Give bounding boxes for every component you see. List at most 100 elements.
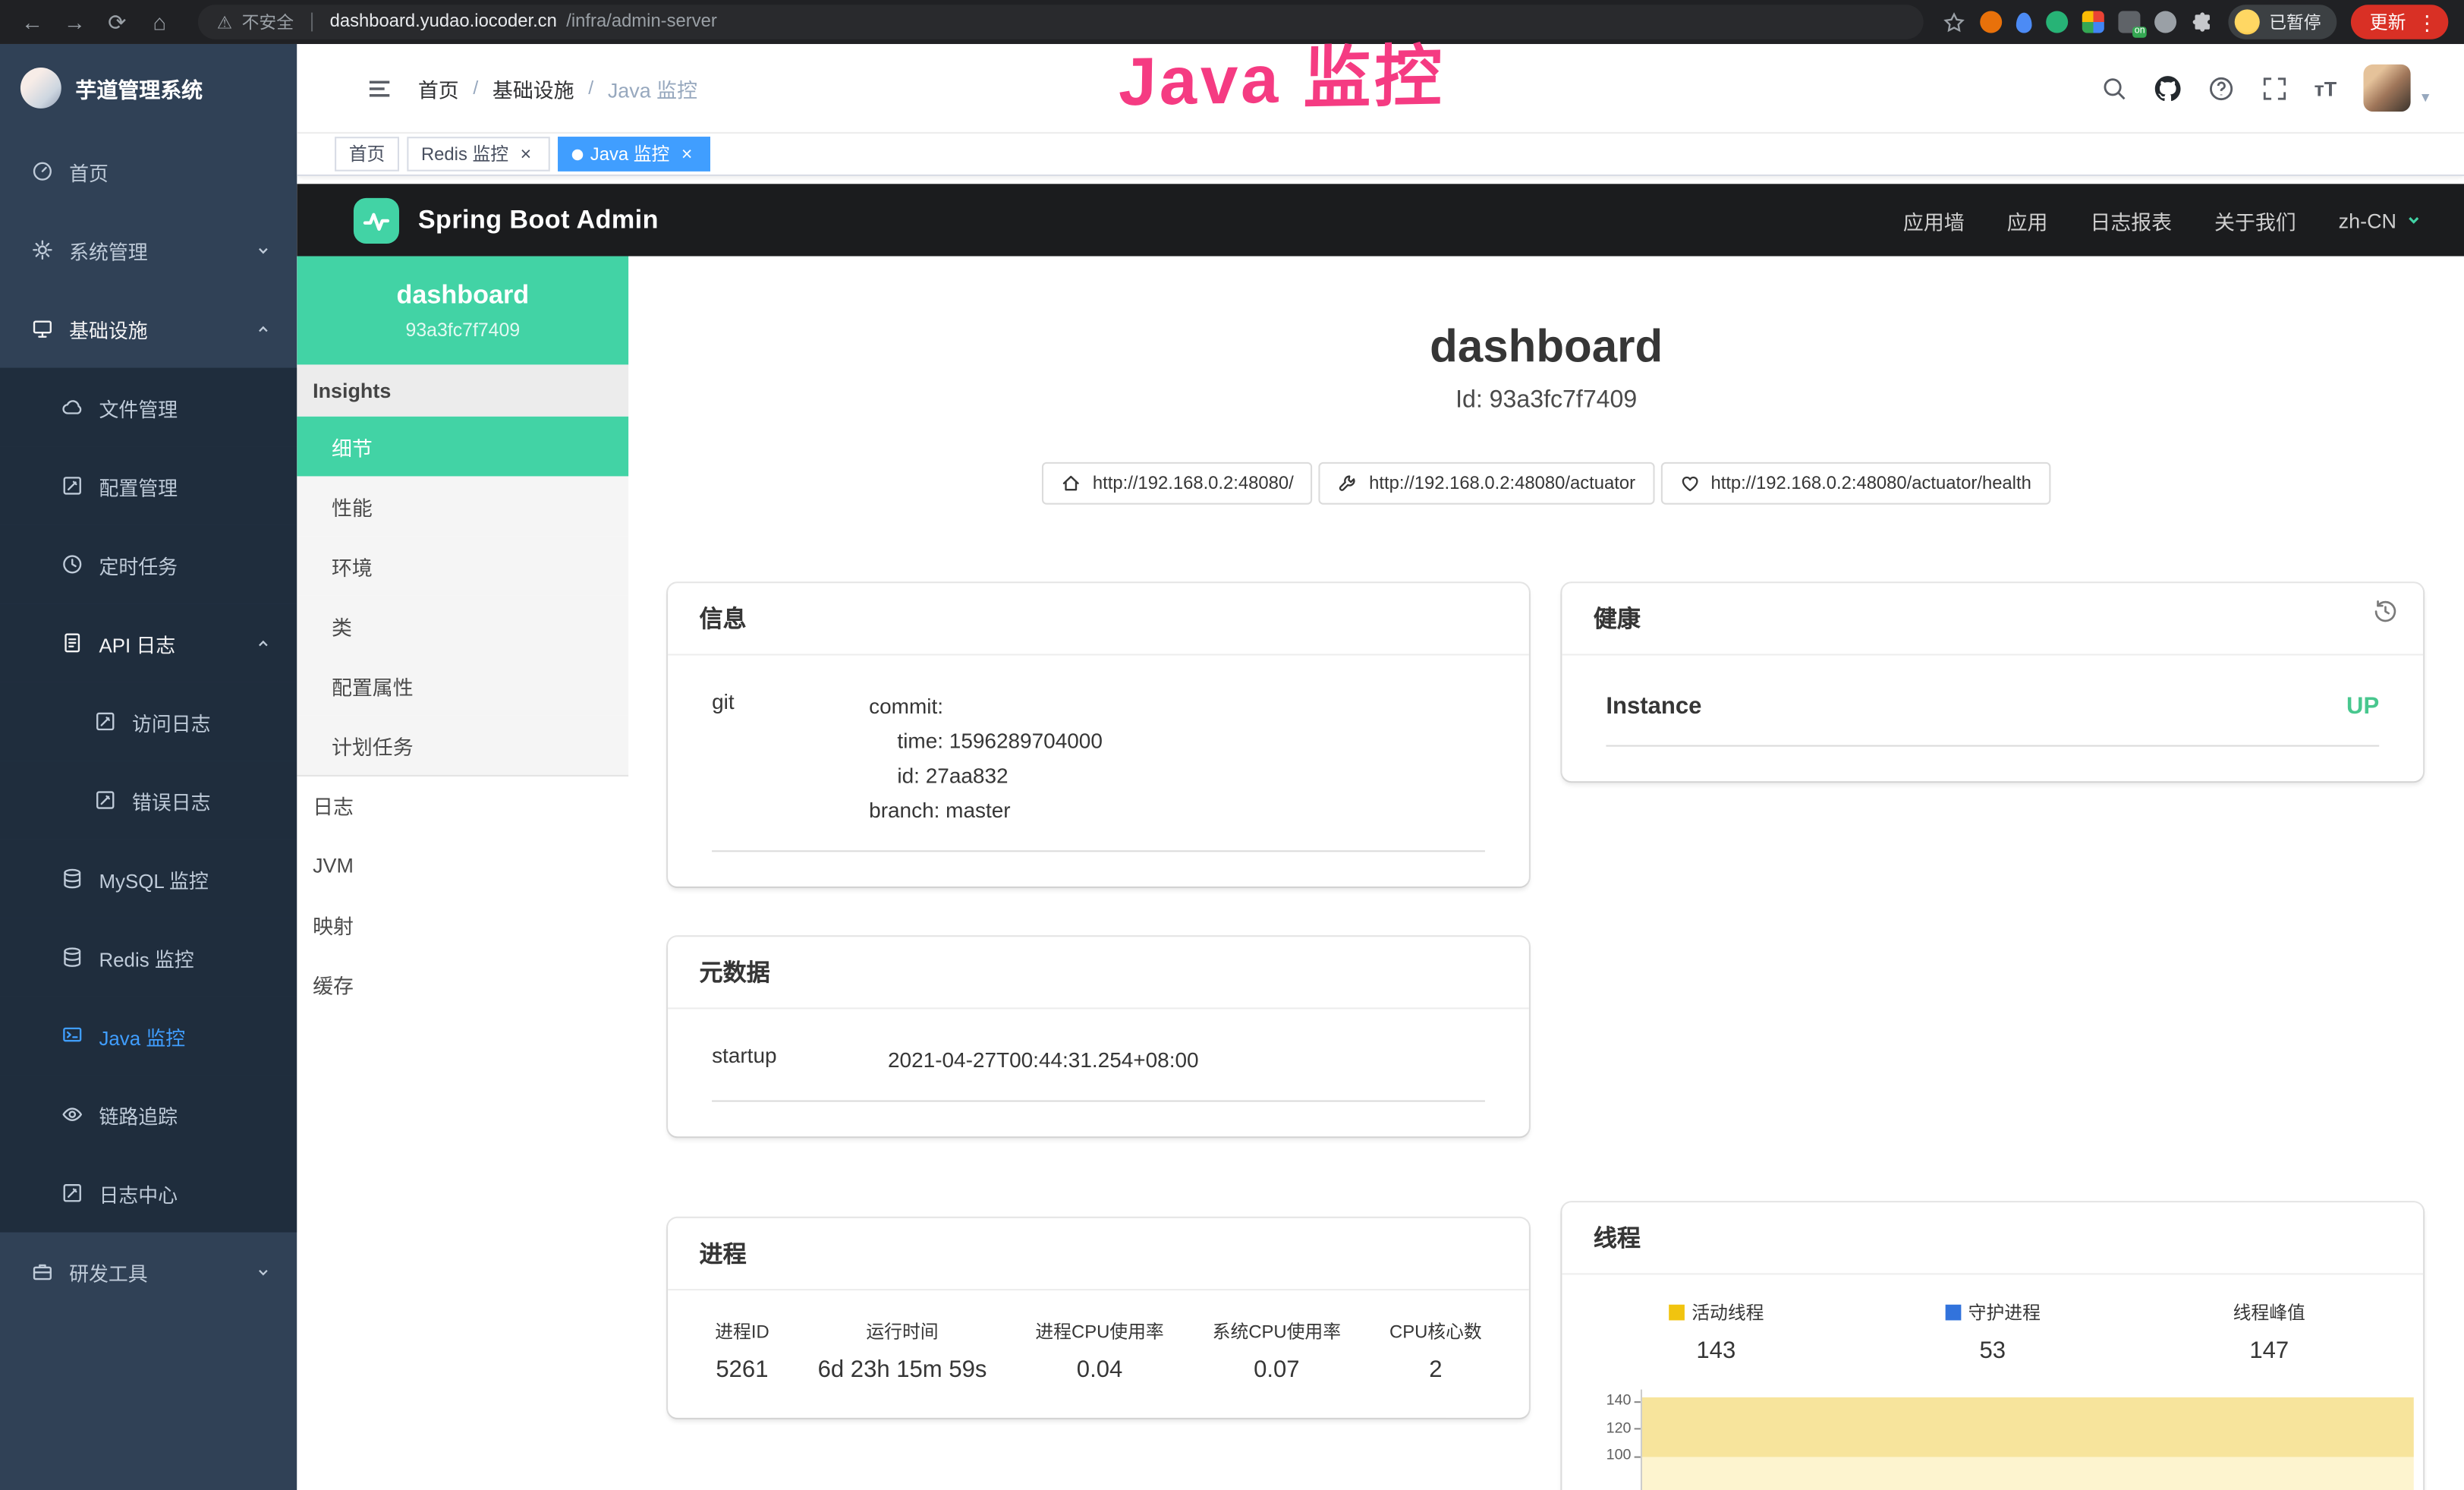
sba-menu-mappings[interactable]: 映射 <box>297 894 628 954</box>
hamburger-icon[interactable] <box>366 74 392 101</box>
browser-reload-icon[interactable]: ⟳ <box>97 8 137 35</box>
url-path: /infra/admin-server <box>566 13 717 32</box>
sidebar-item-home[interactable]: 首页 <box>0 132 297 211</box>
sidebar-item-mysql-monitor[interactable]: MySQL 监控 <box>0 840 297 918</box>
chevron-down-icon <box>254 241 272 259</box>
extension-icon-5[interactable] <box>2118 11 2140 33</box>
tab-java-monitor[interactable]: Java 监控 × <box>557 137 710 172</box>
browser-update-button[interactable]: 更新 ⋮ <box>2351 5 2448 39</box>
search-icon[interactable] <box>2101 74 2127 101</box>
sidebar-item-api-logs[interactable]: API 日志 <box>0 603 297 682</box>
url-host: dashboard.yudao.iocoder.cn <box>330 13 557 32</box>
sba-menu-jvm[interactable]: JVM <box>297 835 628 895</box>
sidebar-item-infrastructure[interactable]: 基础设施 <box>0 289 297 368</box>
browser-home-icon[interactable]: ⌂ <box>140 9 179 34</box>
sba-menu-environment[interactable]: 环境 <box>297 536 628 596</box>
sidebar-item-dev-tools[interactable]: 研发工具 <box>0 1233 297 1312</box>
sidebar-item-log-center[interactable]: 日志中心 <box>0 1154 297 1233</box>
sidebar-item-label: 访问日志 <box>132 707 211 736</box>
user-avatar[interactable] <box>2363 65 2410 112</box>
close-icon[interactable]: × <box>516 145 535 164</box>
history-icon[interactable] <box>2373 599 2398 624</box>
tab-redis-monitor[interactable]: Redis 监控 × <box>407 137 549 172</box>
sba-locale-select[interactable]: zh-CN <box>2339 208 2423 232</box>
browser-menu-icon[interactable]: ⋮ <box>2417 12 2437 33</box>
sba-menu-metrics[interactable]: 性能 <box>297 476 628 536</box>
sidebar-item-system-management[interactable]: 系统管理 <box>0 210 297 289</box>
sidebar-item-tracing[interactable]: 链路追踪 <box>0 1075 297 1154</box>
card-title: 信息 <box>668 583 1529 655</box>
address-bar[interactable]: ⚠ 不安全 dashboard.yudao.iocoder.cn /infra/… <box>198 5 1924 39</box>
sba-nav-links: 应用墙 应用 日志报表 关于我们 zh-CN <box>1903 205 2423 235</box>
info-line: id: 27aa832 <box>869 759 1485 794</box>
dashboard-icon <box>31 160 53 182</box>
close-icon[interactable]: × <box>678 145 697 164</box>
sidebar-item-access-logs[interactable]: 访问日志 <box>0 682 297 761</box>
cloud-icon <box>61 396 83 418</box>
sba-nav-applications[interactable]: 应用 <box>2007 205 2048 235</box>
sba-menu-insights[interactable]: Insights <box>297 364 628 416</box>
health-card: 健康 Instance UP <box>1562 583 2423 781</box>
sba-navbar: Spring Boot Admin 应用墙 应用 日志报表 关于我们 zh-CN <box>297 184 2464 256</box>
clock-icon <box>61 553 83 575</box>
font-size-icon[interactable]: тT <box>2315 78 2337 99</box>
sba-menu-details[interactable]: 细节 <box>297 417 628 477</box>
sba-menu-caches[interactable]: 缓存 <box>297 954 628 1014</box>
card-title: 健康 <box>1562 583 2423 655</box>
sba-menu-scheduled-tasks[interactable]: 计划任务 <box>297 715 628 775</box>
stat-pid: 进程ID 5261 <box>715 1318 769 1383</box>
sidebar-item-scheduled-jobs[interactable]: 定时任务 <box>0 525 297 604</box>
extension-icon-6[interactable] <box>2154 11 2176 33</box>
sidebar-item-label: 定时任务 <box>99 550 178 579</box>
instance-name: dashboard <box>313 282 613 311</box>
extension-icon-1[interactable] <box>1980 11 2002 33</box>
tab-home[interactable]: 首页 <box>335 137 399 172</box>
fullscreen-icon[interactable] <box>2261 74 2287 101</box>
eye-icon <box>61 1104 83 1126</box>
breadcrumb-home[interactable]: 首页 <box>418 73 459 102</box>
extension-icon-2[interactable] <box>2016 12 2032 33</box>
extension-icon-4[interactable] <box>2082 11 2104 33</box>
sba-nav-about[interactable]: 关于我们 <box>2214 205 2296 235</box>
sba-nav-journal[interactable]: 日志报表 <box>2090 205 2172 235</box>
info-value: commit: time: 1596289704000 id: 27aa832 … <box>869 690 1485 828</box>
sidebar-item-label: 日志中心 <box>99 1178 178 1208</box>
bookmark-star-icon[interactable] <box>1943 10 1966 33</box>
screen: ← → ⟳ ⌂ ⚠ 不安全 dashboard.yudao.iocoder.cn… <box>0 0 2464 1490</box>
stat-system-cpu: 系统CPU使用率 0.07 <box>1213 1318 1341 1383</box>
actuator-url-link[interactable]: http://192.168.0.2:48080/actuator <box>1319 462 1654 505</box>
browser-back-icon[interactable]: ← <box>13 9 52 34</box>
sidebar-item-redis-monitor[interactable]: Redis 监控 <box>0 918 297 997</box>
health-row-instance[interactable]: Instance UP <box>1606 671 2379 746</box>
extension-icon-3[interactable] <box>2046 11 2068 33</box>
sidebar-item-java-monitor[interactable]: Java 监控 <box>0 997 297 1076</box>
chevron-down-icon <box>254 1263 272 1281</box>
health-url-link[interactable]: http://192.168.0.2:48080/actuator/health <box>1660 462 2050 505</box>
sba-nav-wallboard[interactable]: 应用墙 <box>1903 205 1965 235</box>
info-key: git <box>712 690 869 828</box>
page-title: dashboard <box>628 323 2464 374</box>
profile-paused-badge[interactable]: 已暂停 <box>2228 5 2337 39</box>
sba-instance-header[interactable]: dashboard 93a3fc7f7409 <box>297 257 628 365</box>
sidebar-item-label: 首页 <box>69 156 109 186</box>
help-icon[interactable] <box>2208 74 2234 101</box>
sba-menu-classes[interactable]: 类 <box>297 596 628 656</box>
info-line: time: 1596289704000 <box>869 725 1485 760</box>
service-url-link[interactable]: http://192.168.0.2:48080/ <box>1043 462 1313 505</box>
breadcrumb-infrastructure[interactable]: 基础设施 <box>492 73 574 102</box>
browser-forward-icon[interactable]: → <box>55 9 94 34</box>
terminal-icon <box>61 1025 83 1047</box>
sidebar-item-config-management[interactable]: 配置管理 <box>0 446 297 525</box>
sidebar-logo[interactable]: 芋道管理系统 <box>0 44 297 132</box>
sidebar-item-file-management[interactable]: 文件管理 <box>0 368 297 447</box>
sidebar-item-label: API 日志 <box>99 628 175 657</box>
sidebar-item-label: 链路追踪 <box>99 1100 178 1129</box>
sba-brand[interactable]: Spring Boot Admin <box>418 205 659 235</box>
github-icon[interactable] <box>2154 74 2180 101</box>
sba-menu-config-props[interactable]: 配置属性 <box>297 656 628 716</box>
link-label: http://192.168.0.2:48080/actuator <box>1369 474 1635 493</box>
extensions-puzzle-icon[interactable] <box>2191 10 2214 33</box>
sba-menu-logs[interactable]: 日志 <box>297 775 628 835</box>
user-menu-caret-icon[interactable]: ▾ <box>2422 90 2429 112</box>
sidebar-item-error-logs[interactable]: 错误日志 <box>0 761 297 840</box>
